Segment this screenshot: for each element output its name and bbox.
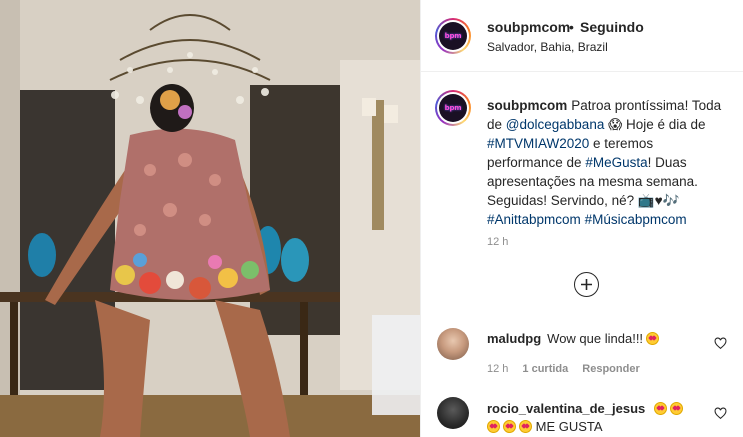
post-details-panel: bpm soubpmcom • Seguindo Salvador, Bahia… [420,0,743,437]
load-more-comments-button[interactable] [574,272,599,297]
heart-eyes-emoji-icon [670,402,684,415]
avatar-logo-text: bpm [444,32,462,40]
follow-status-button[interactable]: Seguindo [580,19,644,35]
comment-timestamp: 12 h [487,363,509,375]
caption-mention-link[interactable]: @dolcegabbana [506,117,605,132]
comment-text: ME GUSTA [535,419,603,434]
comment-likes-count[interactable]: 1 curtida [522,363,568,375]
heart-outline-icon[interactable] [714,337,727,350]
heart-outline-icon[interactable] [714,407,727,420]
post-caption: soubpmcom Patroa prontíssima! Toda de @do… [487,96,732,229]
heart-eyes-emoji-icon [654,402,668,415]
caption-text-2: Hoje é dia de [625,117,706,132]
hashtag-link-musicabpmcom[interactable]: #Músicabpmcom [585,212,687,227]
heart-eyes-emoji-icon [519,420,532,433]
heart-eyes-emoji-icon [503,420,516,433]
comment-avatar[interactable] [437,397,469,429]
caption-avatar-logo-text: bpm [444,104,462,112]
comment-reply-button[interactable]: Responder [582,363,639,375]
comment-avatar[interactable] [437,328,469,360]
post-location[interactable]: Salvador, Bahia, Brazil [487,40,608,54]
caption-avatar[interactable]: bpm [435,90,471,126]
post-photo[interactable] [0,0,420,437]
hashtag-link-megusta[interactable]: #MeGusta [585,155,647,170]
comment-username[interactable]: maludpg [487,331,541,346]
comment-body: rocio_valentina_de_jesus ME GUSTA [487,400,717,436]
comment-username[interactable]: rocio_valentina_de_jesus [487,401,645,416]
caption-timestamp: 12 h [487,236,509,248]
post-username[interactable]: soubpmcom [487,19,570,35]
comment-body: maludpg Wow que linda!!! [487,330,660,348]
heart-eyes-emoji-icon [646,332,660,345]
separator-dot: • [569,19,574,35]
post-photo-illustration [0,0,420,437]
scream-emoji-icon: 😱 [608,117,623,132]
comment-text: Wow que linda!!! [547,331,644,346]
post-header: bpm soubpmcom • Seguindo Salvador, Bahia… [421,0,743,72]
plus-circle-icon [581,279,592,290]
caption-username[interactable]: soubpmcom [487,98,567,113]
hashtag-link-mtvmiaw[interactable]: #MTVMIAW2020 [487,136,589,151]
comment-meta: 12 h 1 curtida Responder [487,363,640,375]
heart-eyes-emoji-icon [487,420,500,433]
profile-avatar[interactable]: bpm [435,18,471,54]
tv-heart-music-emoji-icons: 📺♥🎶 [637,193,680,208]
hashtag-link-anittabpmcom[interactable]: #Anittabpmcom [487,212,581,227]
